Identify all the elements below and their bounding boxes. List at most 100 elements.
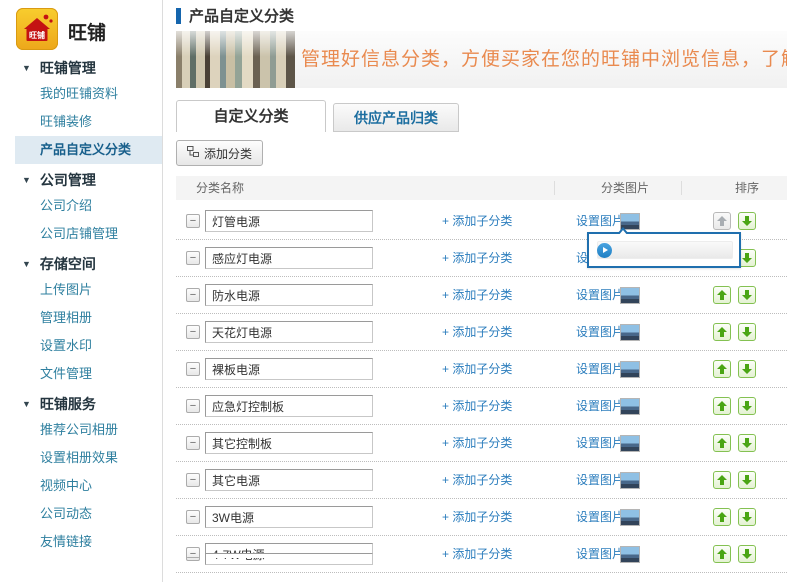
move-up-button[interactable] bbox=[713, 471, 731, 489]
sidebar-item-0[interactable]: 上传图片 bbox=[0, 276, 162, 304]
set-image-link[interactable]: 设置图片 bbox=[576, 388, 624, 425]
image-thumbnail-icon[interactable] bbox=[620, 509, 640, 526]
set-image-link[interactable]: 设置图片 bbox=[576, 314, 624, 351]
category-name-input[interactable] bbox=[205, 553, 373, 558]
sidebar-item-1[interactable]: 设置相册效果 bbox=[0, 444, 162, 472]
category-name-input[interactable] bbox=[205, 210, 373, 232]
brand-title: 旺铺 bbox=[68, 18, 106, 45]
collapse-icon[interactable] bbox=[186, 557, 200, 558]
set-image-link[interactable]: 设置图片 bbox=[576, 499, 624, 536]
sidebar-item-3[interactable]: 公司动态 bbox=[0, 500, 162, 528]
add-subcategory-link[interactable]: + 添加子分类 bbox=[442, 351, 512, 388]
collapse-icon[interactable]: − bbox=[186, 214, 200, 228]
move-down-button[interactable] bbox=[738, 360, 756, 378]
move-up-button[interactable] bbox=[713, 323, 731, 341]
move-up-button[interactable] bbox=[713, 212, 731, 230]
move-up-button[interactable] bbox=[713, 286, 731, 304]
sidebar-item-0[interactable]: 推荐公司相册 bbox=[0, 416, 162, 444]
add-subcategory-link[interactable]: + 添加子分类 bbox=[442, 240, 512, 277]
collapse-icon[interactable]: − bbox=[186, 473, 200, 487]
sidebar-item-2[interactable]: 设置水印 bbox=[0, 332, 162, 360]
add-subcategory-link[interactable]: + 添加子分类 bbox=[442, 499, 512, 536]
move-down-button[interactable] bbox=[738, 434, 756, 452]
sidebar-item-2[interactable]: 产品自定义分类 bbox=[15, 136, 162, 164]
sidebar-item-0[interactable]: 我的旺铺资料 bbox=[0, 80, 162, 108]
chevron-down-icon: ▼ bbox=[22, 252, 31, 276]
set-image-link[interactable]: 设置图片 bbox=[576, 351, 624, 388]
table-row: − + 添加子分类 设置图片 bbox=[176, 277, 787, 314]
category-name-input[interactable] bbox=[205, 395, 373, 417]
collapse-icon[interactable]: − bbox=[186, 325, 200, 339]
move-down-button[interactable] bbox=[738, 471, 756, 489]
image-thumbnail-icon[interactable] bbox=[620, 324, 640, 341]
collapse-icon[interactable]: − bbox=[186, 362, 200, 376]
table-row: − + 添加子分类 设置图片 bbox=[176, 425, 787, 462]
sidebar-item-1[interactable]: 公司店铺管理 bbox=[0, 220, 162, 248]
table-row: − + 添加子分类 设置图片 bbox=[176, 499, 787, 536]
add-subcategory-link[interactable]: + 添加子分类 bbox=[442, 462, 512, 499]
category-table: 分类名称 分类图片 排序 − + 添加子分类 设置图片 − + 添加子分类 设置… bbox=[176, 176, 787, 582]
collapse-icon[interactable]: − bbox=[186, 399, 200, 413]
move-up-button[interactable] bbox=[713, 397, 731, 415]
sidebar-item-2[interactable]: 视频中心 bbox=[0, 472, 162, 500]
category-name-input[interactable] bbox=[205, 506, 373, 528]
page-title: 产品自定义分类 bbox=[189, 5, 294, 26]
category-name-input[interactable] bbox=[205, 247, 373, 269]
category-name-input[interactable] bbox=[205, 432, 373, 454]
chevron-down-icon: ▼ bbox=[22, 392, 31, 416]
sidebar-section-header[interactable]: ▼ 公司管理 bbox=[0, 168, 162, 192]
sidebar-item-1[interactable]: 管理相册 bbox=[0, 304, 162, 332]
image-thumbnail-icon[interactable] bbox=[620, 398, 640, 415]
collapse-icon[interactable]: − bbox=[186, 436, 200, 450]
sitemap-icon bbox=[187, 146, 199, 160]
category-name-input[interactable] bbox=[205, 469, 373, 491]
sidebar-section-header[interactable]: ▼ 存储空间 bbox=[0, 252, 162, 276]
sidebar-section-header[interactable]: ▼ 旺铺管理 bbox=[0, 56, 162, 80]
move-down-button[interactable] bbox=[738, 397, 756, 415]
sidebar-item-3[interactable]: 文件管理 bbox=[0, 360, 162, 388]
add-subcategory-link[interactable]: + 添加子分类 bbox=[442, 277, 512, 314]
sidebar-section: ▼ 旺铺服务 推荐公司相册 设置相册效果 视频中心 公司动态 友情链接 bbox=[0, 392, 162, 556]
move-up-button[interactable] bbox=[713, 360, 731, 378]
wangpu-logo-icon: 旺铺 bbox=[16, 8, 58, 50]
image-thumbnail-icon[interactable] bbox=[620, 435, 640, 452]
table-row: − + 添加子分类 设置图片 bbox=[176, 314, 787, 351]
category-name-input[interactable] bbox=[205, 284, 373, 306]
collapse-icon[interactable]: − bbox=[186, 288, 200, 302]
set-image-link[interactable]: 设置图片 bbox=[576, 425, 624, 462]
image-thumbnail-icon[interactable] bbox=[620, 361, 640, 378]
add-subcategory-link[interactable]: + 添加子分类 bbox=[442, 425, 512, 462]
set-image-link[interactable]: 设置图片 bbox=[576, 277, 624, 314]
category-name-input[interactable] bbox=[205, 321, 373, 343]
add-category-button[interactable]: 添加分类 bbox=[176, 140, 263, 166]
image-thumbnail-icon[interactable] bbox=[620, 287, 640, 304]
set-image-link[interactable]: 设置图片 bbox=[576, 462, 624, 499]
tab-supply-product-category[interactable]: 供应产品归类 bbox=[333, 103, 459, 132]
move-up-button[interactable] bbox=[713, 508, 731, 526]
add-subcategory-link[interactable]: + 添加子分类 bbox=[442, 203, 512, 240]
tab-custom-category[interactable]: 自定义分类 bbox=[176, 100, 326, 132]
sidebar-section-header[interactable]: ▼ 旺铺服务 bbox=[0, 392, 162, 416]
collapse-icon[interactable]: − bbox=[186, 510, 200, 524]
sidebar-item-1[interactable]: 旺铺装修 bbox=[0, 108, 162, 136]
play-icon[interactable] bbox=[597, 243, 612, 258]
sidebar-section: ▼ 公司管理 公司介绍 公司店铺管理 bbox=[0, 168, 162, 248]
category-name-input[interactable] bbox=[205, 358, 373, 380]
move-down-button[interactable] bbox=[738, 508, 756, 526]
add-subcategory-link[interactable]: + 添加子分类 bbox=[442, 388, 512, 425]
collapse-icon[interactable]: − bbox=[186, 251, 200, 265]
move-up-button[interactable] bbox=[713, 434, 731, 452]
sidebar-section-title: 存储空间 bbox=[40, 252, 96, 276]
sidebar-section: ▼ 存储空间 上传图片 管理相册 设置水印 文件管理 bbox=[0, 252, 162, 388]
table-header: 分类名称 分类图片 排序 bbox=[176, 176, 787, 200]
sidebar-item-4[interactable]: 友情链接 bbox=[0, 528, 162, 556]
move-down-button[interactable] bbox=[738, 212, 756, 230]
page-header: 产品自定义分类 bbox=[176, 5, 294, 26]
image-thumbnail-icon[interactable] bbox=[620, 472, 640, 489]
move-down-button[interactable] bbox=[738, 286, 756, 304]
sidebar-item-0[interactable]: 公司介绍 bbox=[0, 192, 162, 220]
table-row: − + 添加子分类 设置图片 bbox=[176, 351, 787, 388]
add-subcategory-link[interactable]: + 添加子分类 bbox=[442, 314, 512, 351]
move-down-button[interactable] bbox=[738, 323, 756, 341]
title-accent-bar bbox=[176, 8, 181, 24]
